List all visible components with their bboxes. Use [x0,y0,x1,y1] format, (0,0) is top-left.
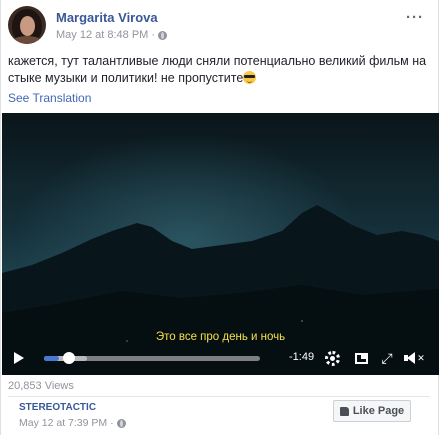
progress-knob[interactable] [63,352,76,364]
avatar[interactable] [8,6,46,44]
video-player[interactable]: Это все про день и ночь -1:49 ⤢ ✕ [2,113,439,375]
page-meta: May 12 at 7:39 PM · [19,417,126,429]
post-timestamp[interactable]: May 12 at 8:48 PM [56,29,148,41]
volume-icon[interactable]: ✕ [404,341,425,375]
globe-icon [158,30,167,40]
more-icon[interactable]: ··· [406,9,424,26]
author-name[interactable]: Margarita Virova [56,10,158,25]
view-count: 20,853 Views [8,380,74,392]
post-text: кажется, тут талантливые люди сняли поте… [8,53,433,87]
post-card: Margarita Virova May 12 at 8:48 PM · ···… [0,0,439,435]
globe-icon [116,418,126,428]
like-page-label: Like Page [352,405,405,417]
post-meta: May 12 at 8:48 PM · [56,29,167,41]
divider [8,396,430,397]
post-body: кажется, тут талантливые люди сняли поте… [8,54,427,85]
like-page-button[interactable]: Like Page [333,400,411,422]
page-name[interactable]: STEREOTACTIC [19,402,96,413]
settings-icon[interactable] [323,341,341,375]
fullscreen-icon[interactable]: ⤢ [379,341,395,375]
play-icon[interactable] [10,341,28,375]
page-timestamp[interactable]: May 12 at 7:39 PM [19,417,107,429]
time-remaining: -1:49 [289,351,315,363]
see-translation-link[interactable]: See Translation [8,91,91,105]
progress-played [44,356,60,361]
video-controls: -1:49 ⤢ ✕ [2,341,439,375]
progress-bar[interactable] [44,352,260,364]
thumbs-up-icon [339,406,349,416]
pip-icon[interactable] [352,341,370,375]
sunglasses-emoji-icon [243,71,257,84]
